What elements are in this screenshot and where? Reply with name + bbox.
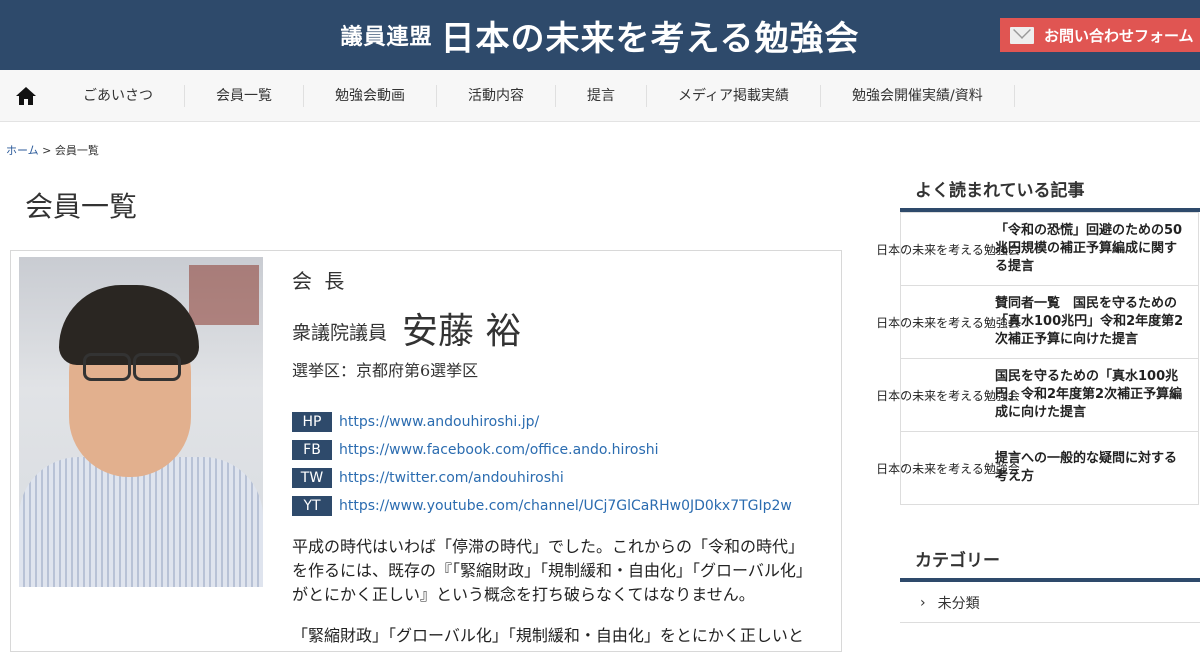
site-subtitle: 議員連盟	[340, 25, 433, 50]
popular-item[interactable]: 日本の未来を考える勉強会 国民を守るための「真水100兆円」令和2年度第2次補正…	[876, 359, 1199, 432]
thumbnail-logo-text: 日本の未来を考える勉強会	[876, 242, 1020, 257]
category-item[interactable]: › 未分類	[900, 584, 1200, 623]
thumbnail-logo-text: 日本の未来を考える勉強会	[876, 461, 1020, 476]
nav-item-members[interactable]: 会員一覧	[185, 84, 304, 107]
article-thumbnail: 日本の未来を考える勉強会	[876, 375, 1020, 415]
mail-icon	[1010, 26, 1034, 44]
member-house: 衆議院議員	[292, 322, 388, 344]
category-heading: カテゴリー	[915, 551, 1000, 571]
member-role: 会 長	[292, 269, 348, 293]
nav-item-activities[interactable]: 活動内容	[437, 84, 556, 107]
popular-item-title: 提言への一般的な疑問に対する考え方	[995, 451, 1178, 484]
thumbnail-logo-text: 日本の未来を考える勉強会	[876, 315, 1020, 330]
popular-list: 日本の未来を考える勉強会 「令和の恐慌」回避のための50兆円規模の補正予算編成に…	[876, 212, 1199, 505]
popular-heading: よく読まれている記事	[915, 181, 1085, 201]
nav-home[interactable]	[0, 70, 52, 121]
member-description-continued: 「緊縮財政」「グローバル化」「規制緩和・自由化」をとにかく正しいと	[292, 626, 804, 645]
nav-item-proposals[interactable]: 提言	[556, 84, 647, 107]
popular-item-title: 国民を守るための「真水100兆円」令和2年度第2次補正予算編成に向けた提言	[995, 369, 1183, 420]
facebook-link[interactable]: https://www.facebook.com/office.ando.hir…	[339, 442, 659, 458]
contact-form-label: お問い合わせフォーム	[1044, 26, 1194, 45]
nav-item-greeting[interactable]: ごあいさつ	[52, 84, 185, 107]
member-photo	[19, 257, 263, 587]
breadcrumb-separator: >	[42, 144, 52, 157]
popular-item[interactable]: 日本の未来を考える勉強会 「令和の恐慌」回避のための50兆円規模の補正予算編成に…	[876, 212, 1199, 286]
page-title: 会員一覧	[25, 190, 138, 223]
thumbnail-logo-text: 日本の未来を考える勉強会	[876, 388, 1020, 403]
popular-item-title: 「令和の恐慌」回避のための50兆円規模の補正予算編成に関する提言	[995, 223, 1183, 274]
popular-item[interactable]: 日本の未来を考える勉強会 賛同者一覧 国民を守るための「真水100兆円」令和2年…	[876, 286, 1199, 359]
member-name: 安藤 裕	[402, 311, 522, 352]
category-label: 未分類	[937, 596, 980, 612]
member-description: 平成の時代はいわば「停滞の時代」でした。これからの「令和の時代」を作るには、既存…	[292, 537, 812, 604]
breadcrumb: ホーム > 会員一覧	[6, 142, 99, 158]
nav-item-records[interactable]: 勉強会開催実績/資料	[821, 84, 1015, 107]
homepage-link[interactable]: https://www.andouhiroshi.jp/	[339, 414, 539, 430]
chevron-right-icon: ›	[920, 595, 926, 611]
nav-item-media[interactable]: メディア掲載実績	[647, 84, 822, 107]
link-row-tw: TW https://twitter.com/andouhiroshi	[292, 468, 564, 488]
youtube-link[interactable]: https://www.youtube.com/channel/UCj7GlCa…	[339, 498, 792, 514]
link-row-yt: YT https://www.youtube.com/channel/UCj7G…	[292, 496, 792, 516]
link-row-fb: FB https://www.facebook.com/office.ando.…	[292, 440, 659, 460]
article-thumbnail: 日本の未来を考える勉強会	[876, 302, 1020, 342]
link-tag: FB	[292, 440, 332, 460]
contact-form-button[interactable]: お問い合わせフォーム	[1000, 18, 1200, 52]
breadcrumb-current: 会員一覧	[54, 144, 99, 157]
home-icon	[16, 86, 36, 105]
link-row-hp: HP https://www.andouhiroshi.jp/	[292, 412, 539, 432]
site-title-text: 日本の未来を考える勉強会	[440, 18, 860, 59]
popular-item-title: 賛同者一覧 国民を守るための「真水100兆円」令和2年度第2次補正予算に向けた提…	[995, 296, 1184, 347]
link-tag: TW	[292, 468, 332, 488]
popular-item[interactable]: 日本の未来を考える勉強会 提言への一般的な疑問に対する考え方	[876, 432, 1199, 505]
nav-item-videos[interactable]: 勉強会動画	[304, 84, 437, 107]
link-tag: YT	[292, 496, 332, 516]
twitter-link[interactable]: https://twitter.com/andouhiroshi	[339, 470, 564, 486]
member-district: 選挙区：京都府第6選挙区	[292, 361, 479, 380]
category-heading-bar	[900, 578, 1200, 582]
main-nav: ごあいさつ 会員一覧 勉強会動画 活動内容 提言 メディア掲載実績 勉強会開催実…	[0, 70, 1200, 122]
article-thumbnail: 日本の未来を考える勉強会	[876, 229, 1020, 269]
link-tag: HP	[292, 412, 332, 432]
breadcrumb-home-link[interactable]: ホーム	[6, 144, 39, 157]
article-thumbnail: 日本の未来を考える勉強会	[876, 448, 1020, 488]
